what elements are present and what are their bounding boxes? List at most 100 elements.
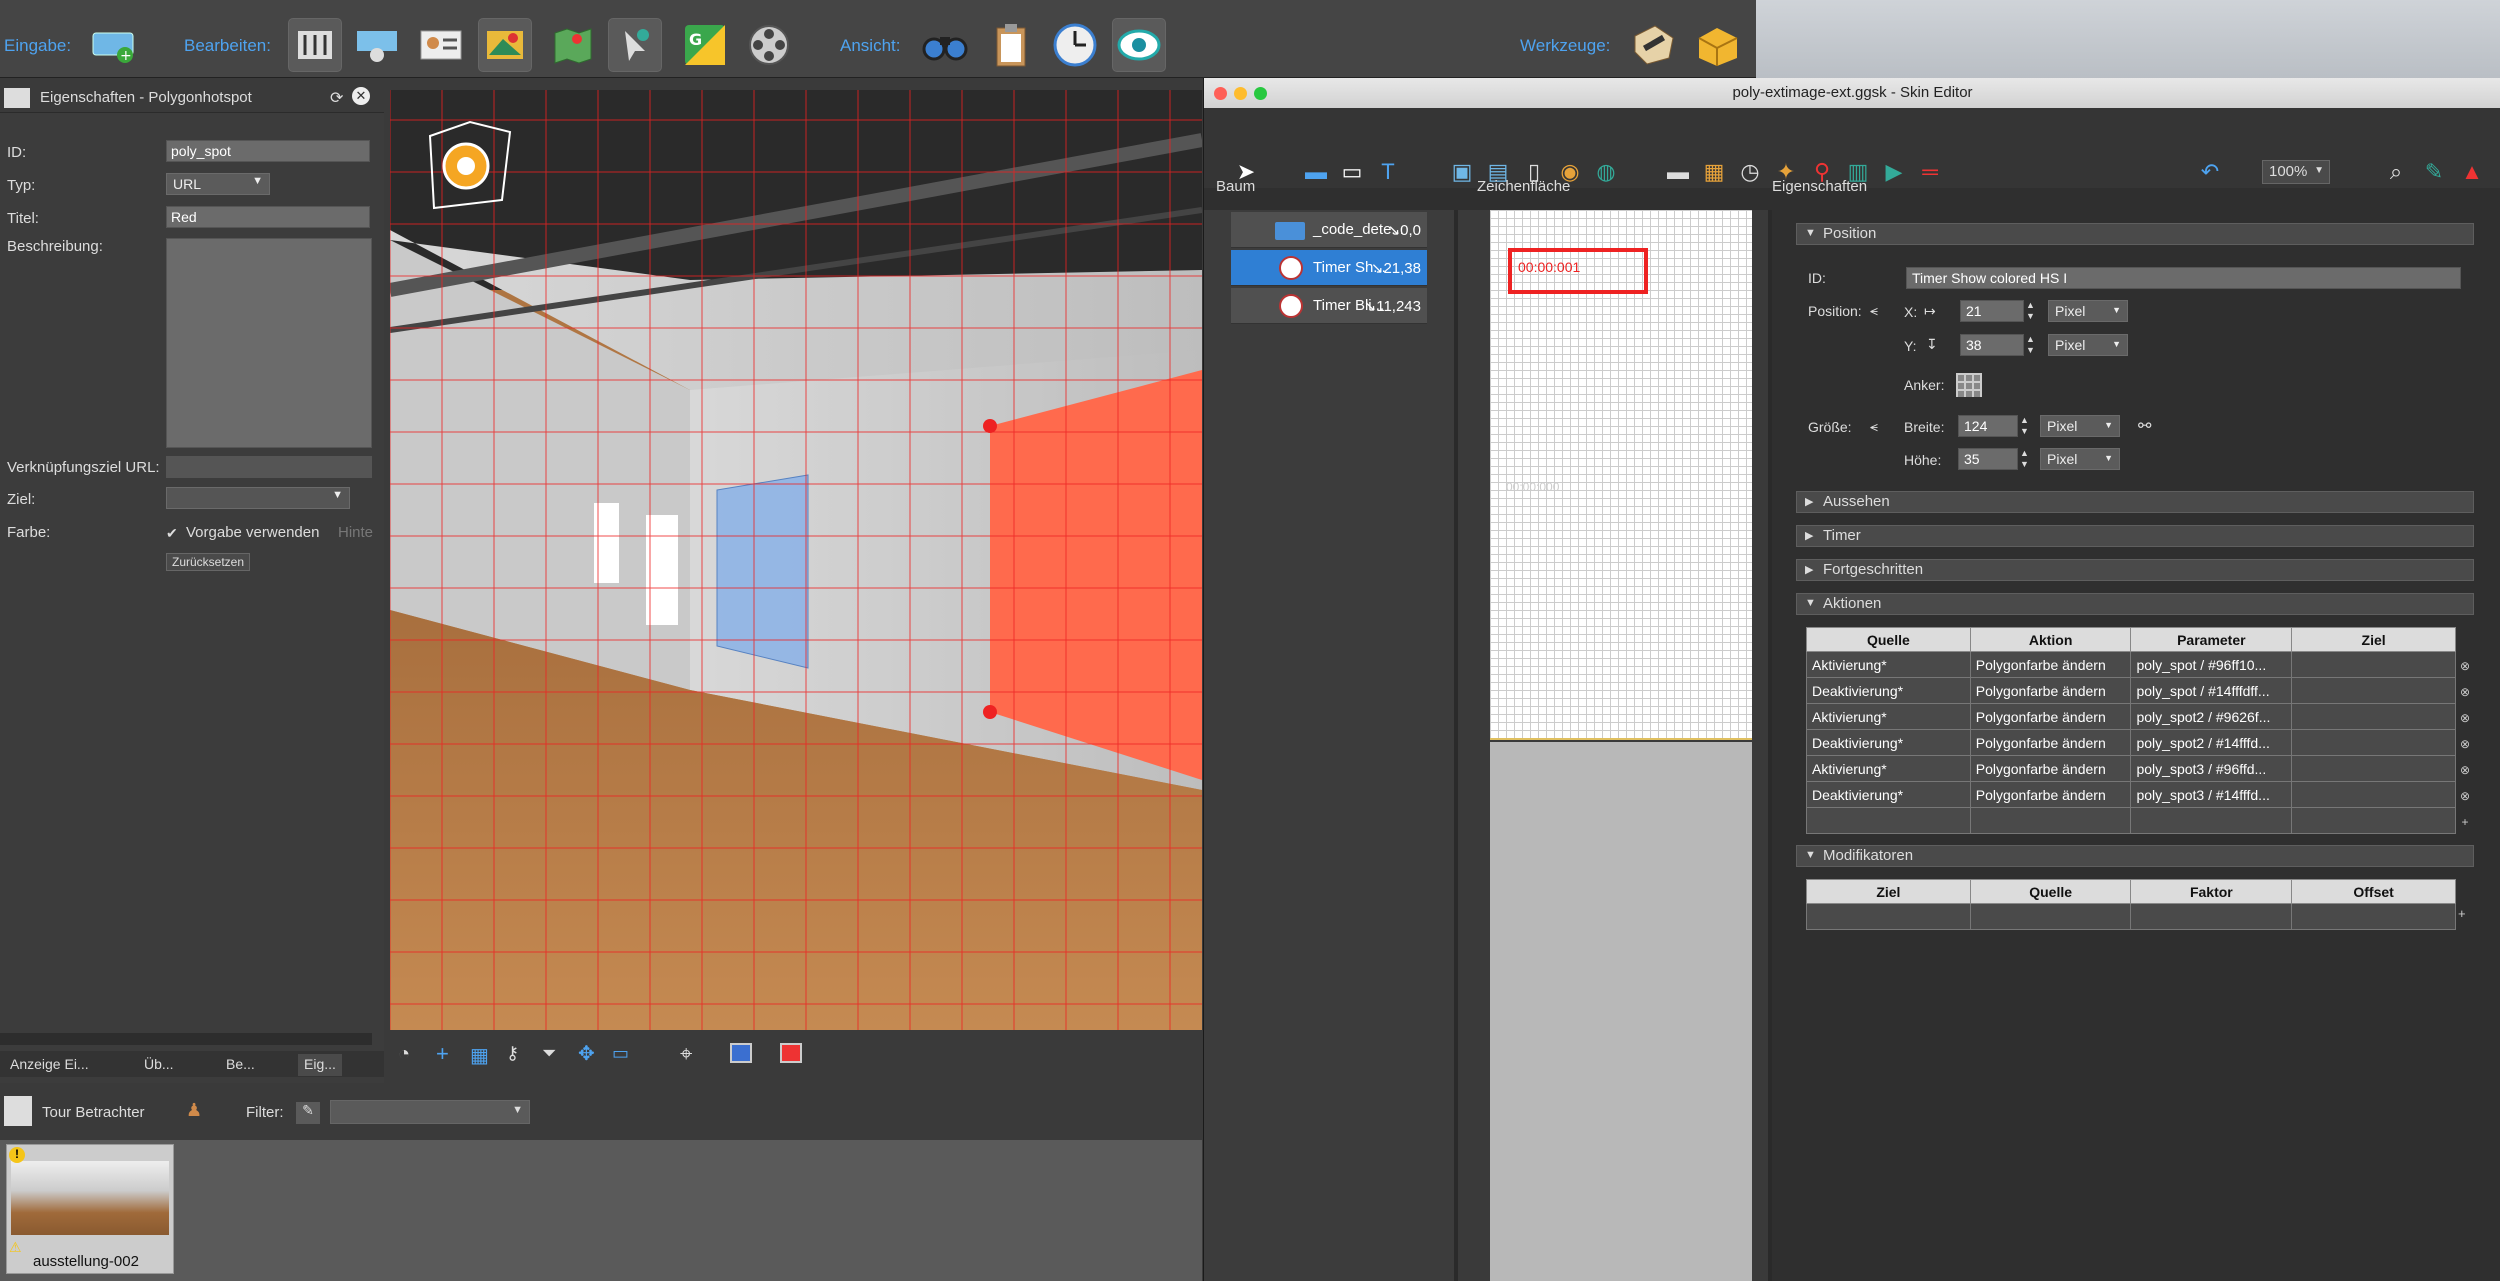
aussehen-section-header[interactable]: ▶ Aussehen	[1796, 491, 2474, 513]
reset-button[interactable]: Zurücksetzen	[166, 553, 251, 571]
person-icon[interactable]: ♟	[186, 1100, 202, 1121]
refresh-icon[interactable]: ⟳	[330, 88, 343, 108]
horizontal-scrollbar[interactable]	[0, 1033, 372, 1045]
close-icon[interactable]: ✕	[352, 87, 370, 105]
rectangle-icon[interactable]: ▭	[1338, 158, 1366, 186]
breite-input[interactable]: 124	[1958, 415, 2018, 437]
target-icon[interactable]: ⌖	[680, 1041, 692, 1067]
chain-link-icon[interactable]: ⚯	[2138, 416, 2151, 436]
color-swatch-blue[interactable]	[730, 1043, 752, 1063]
timer-section-header[interactable]: ▶ Timer	[1796, 525, 2474, 547]
tree-item-selected[interactable]: Timer Sh... ↘21,38	[1231, 250, 1427, 286]
fortgeschritten-section-header[interactable]: ▶ Fortgeschritten	[1796, 559, 2474, 581]
beschreibung-textarea[interactable]	[166, 238, 372, 448]
table-row-empty[interactable]	[1806, 807, 2456, 834]
remove-icon[interactable]: ⊗	[2456, 783, 2474, 809]
splitter[interactable]	[1768, 210, 1772, 1281]
video-icon[interactable]: ▶	[1880, 158, 1908, 186]
table-row[interactable]: Deaktivierung* Polygonfarbe ändern poly_sp…	[1806, 677, 2456, 704]
table-row[interactable]: Deaktivierung* Polygonfarbe ändern poly_sp…	[1806, 729, 2456, 756]
drawing-canvas[interactable]: 00:00:001 00:00:000	[1490, 210, 1752, 740]
tab-eigenschaften[interactable]: Eig...	[298, 1054, 342, 1076]
hotspot-map-icon[interactable]	[478, 18, 532, 72]
anchor-grid-icon[interactable]	[1956, 373, 1982, 397]
paint-icon[interactable]: ✎	[2420, 158, 2448, 186]
modifikatoren-section-header[interactable]: ▼ Modifikatoren	[1796, 845, 2474, 867]
tree-item[interactable]: Timer Bli... ↘11,243	[1231, 288, 1427, 324]
image-icon[interactable]: ▣	[1448, 158, 1476, 186]
remove-icon[interactable]: ⊗	[2456, 705, 2474, 731]
table-row[interactable]: Aktivierung* Polygonfarbe ändern poly_spot…	[1806, 703, 2456, 730]
timer-icon[interactable]	[1048, 18, 1102, 72]
height-unit-select[interactable]: Pixel ▼	[2040, 448, 2120, 470]
remove-icon[interactable]: ⊗	[2456, 679, 2474, 705]
width-unit-select[interactable]: Pixel ▼	[2040, 415, 2120, 437]
color-swatch-red[interactable]	[780, 1043, 802, 1063]
eye-preview-icon[interactable]	[1112, 18, 1166, 72]
scrollbar-icon[interactable]: ═	[1916, 158, 1944, 186]
add-panorama-icon[interactable]: +	[86, 18, 140, 72]
panorama-viewer[interactable]	[390, 90, 1202, 1030]
tree-item[interactable]: _code_dete... ↘0,0	[1231, 212, 1427, 248]
cloner-icon[interactable]: ▦	[1700, 158, 1728, 186]
binoculars-icon[interactable]	[918, 18, 972, 72]
tab-anzeige[interactable]: Anzeige Ei...	[4, 1054, 95, 1076]
stepper-icon[interactable]: ▲ ▼	[2020, 415, 2029, 437]
search-icon[interactable]: ⌕	[2382, 158, 2410, 186]
hoehe-input[interactable]: 35	[1958, 448, 2018, 470]
remove-icon[interactable]: ⊗	[2456, 653, 2474, 679]
filter-select[interactable]: ▼	[330, 1100, 530, 1124]
folder-icon[interactable]: ▬	[1302, 158, 1330, 186]
arrow-tool-icon[interactable]	[608, 18, 662, 72]
y-input[interactable]: 38	[1960, 334, 2024, 356]
grid-icon[interactable]: ▦	[470, 1043, 489, 1068]
export-icon[interactable]: ▲	[2458, 158, 2486, 186]
ziel-select[interactable]: ▼	[166, 487, 350, 509]
table-row[interactable]: Deaktivierung* Polygonfarbe ändern poly_sp…	[1806, 781, 2456, 808]
stepper-icon[interactable]: ▲ ▼	[2026, 334, 2035, 356]
close-window-button[interactable]	[1214, 87, 1227, 100]
move-icon[interactable]: ✥	[578, 1041, 595, 1066]
id-field[interactable]: poly_spot	[166, 140, 370, 162]
selected-timer-element[interactable]: 00:00:001	[1508, 248, 1648, 294]
view-panorama-icon[interactable]	[350, 18, 404, 72]
x-unit-select[interactable]: Pixel ▼	[2048, 300, 2128, 322]
link-share-icon[interactable]: ⪪	[1870, 302, 1878, 319]
add-icon[interactable]: +	[2456, 809, 2474, 835]
timer-icon[interactable]: ◷	[1736, 158, 1764, 186]
filter-icon[interactable]: ⏷	[542, 1043, 556, 1064]
compass-icon[interactable]: ◔	[398, 1043, 410, 1066]
tools-icon[interactable]	[1626, 18, 1680, 72]
user-card-icon[interactable]	[414, 18, 468, 72]
package-icon[interactable]	[1690, 18, 1744, 72]
zoom-window-button[interactable]	[1254, 87, 1267, 100]
stepper-icon[interactable]: ▲ ▼	[2020, 448, 2029, 470]
remove-icon[interactable]: ⊗	[2456, 731, 2474, 757]
container-icon[interactable]: ▬	[1664, 158, 1692, 186]
map-icon[interactable]	[546, 18, 600, 72]
zoom-select[interactable]: 100% ▼	[2262, 160, 2330, 184]
y-unit-select[interactable]: Pixel ▼	[2048, 334, 2128, 356]
table-row[interactable]: Aktivierung* Polygonfarbe ändern poly_spot…	[1806, 651, 2456, 678]
id-field[interactable]: Timer Show colored HS I	[1906, 267, 2461, 289]
clipboard-icon[interactable]	[984, 18, 1038, 72]
position-section-header[interactable]: ▼ Position	[1796, 223, 2474, 245]
aktionen-section-header[interactable]: ▼ Aktionen	[1796, 593, 2474, 615]
panorama-thumbnail[interactable]: ! ⚠ ausstellung-002	[6, 1144, 174, 1274]
minimize-window-button[interactable]	[1234, 87, 1247, 100]
undo-icon[interactable]: ↶	[2196, 158, 2224, 186]
tab-bearbeiten[interactable]: Be...	[220, 1054, 261, 1076]
film-reel-icon[interactable]	[742, 18, 796, 72]
checkbox-checked-icon[interactable]: ✔	[166, 525, 178, 542]
crosshair-icon[interactable]: +	[436, 1041, 449, 1067]
panorama-icon[interactable]: ▭	[612, 1043, 629, 1064]
key-icon[interactable]: ⚷	[506, 1043, 519, 1064]
titel-field[interactable]: Red	[166, 206, 370, 228]
url-field[interactable]	[166, 456, 372, 478]
link-share-icon[interactable]: ⪪	[1870, 418, 1878, 435]
table-row-empty[interactable]	[1806, 903, 2456, 930]
mixer-icon[interactable]	[288, 18, 342, 72]
text-icon[interactable]: T	[1374, 158, 1402, 186]
google-maps-icon[interactable]: G	[678, 18, 732, 72]
x-input[interactable]: 21	[1960, 300, 2024, 322]
